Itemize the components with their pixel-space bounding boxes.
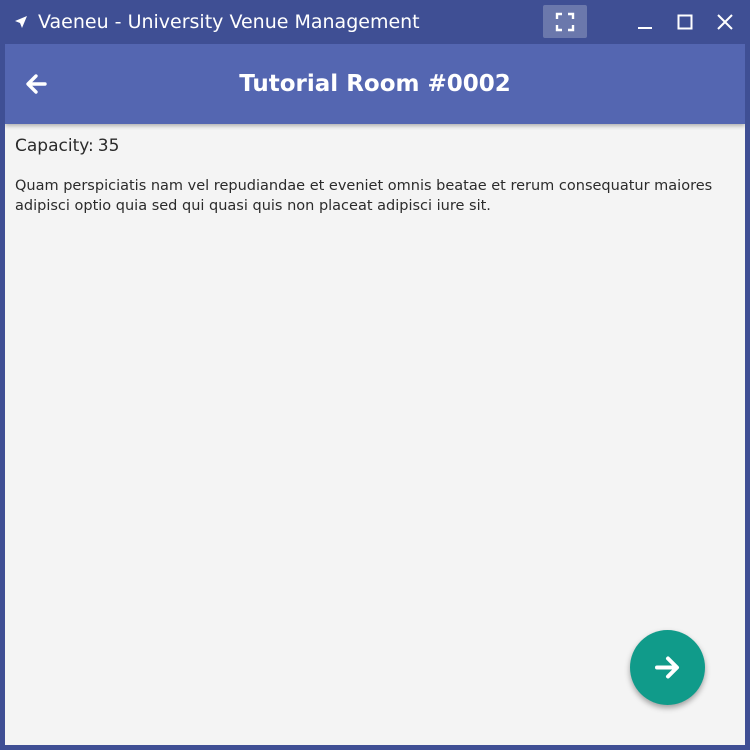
fullscreen-button[interactable] — [543, 5, 587, 38]
minimize-button[interactable] — [631, 8, 659, 36]
app-window: Vaeneu - University Venue Management Tut… — [0, 0, 750, 750]
close-button[interactable] — [711, 8, 739, 36]
arrow-right-icon — [655, 656, 679, 679]
maximize-button[interactable] — [671, 8, 699, 36]
fullscreen-icon — [555, 12, 575, 32]
minimize-icon — [638, 27, 652, 29]
next-button[interactable] — [630, 630, 705, 705]
capacity-label: Capacity: — [15, 136, 94, 156]
capacity-value: 35 — [97, 136, 120, 156]
app-content-area: Tutorial Room #0002 Capacity: 35 Quam per… — [5, 44, 745, 745]
navigation-arrow-icon — [14, 14, 28, 28]
room-details: Capacity: 35 Quam perspiciatis nam vel re… — [15, 135, 735, 216]
app-bar: Tutorial Room #0002 — [5, 44, 745, 124]
room-description: Quam perspiciatis nam vel repudiandae et… — [15, 178, 713, 214]
close-icon — [717, 14, 733, 30]
window-title: Vaeneu - University Venue Management — [38, 11, 420, 33]
capacity-text: Capacity: 35 — [15, 135, 735, 157]
maximize-icon — [677, 14, 693, 30]
window-titlebar[interactable]: Vaeneu - University Venue Management — [0, 0, 750, 44]
page-title: Tutorial Room #0002 — [239, 71, 511, 97]
